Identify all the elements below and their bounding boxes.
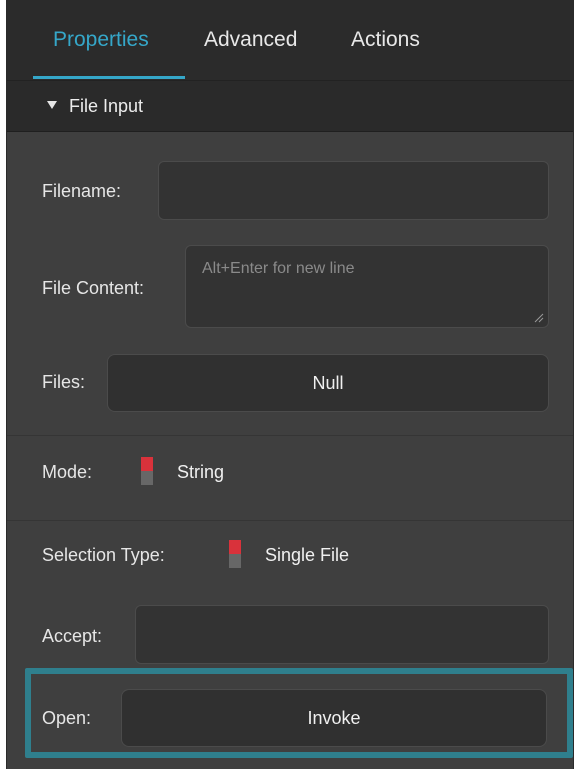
selection-type-toggle[interactable] [229,540,241,568]
selection-type-value: Single File [265,545,350,565]
row-divider [7,435,573,436]
toggle-on-segment [229,540,241,554]
invoke-button[interactable]: Invoke [121,689,547,747]
accept-input[interactable] [135,605,549,664]
file-content-placeholder: Alt+Enter for new line [202,260,355,277]
open-label: Open: [42,708,92,728]
files-button[interactable]: Null [107,354,549,412]
section-header-file-input[interactable]: File Input [7,81,573,132]
row-divider [7,520,573,521]
mode-label: Mode: [42,462,93,482]
mode-toggle[interactable] [141,457,153,485]
accept-label: Accept: [42,626,103,646]
active-tab-indicator [33,76,185,79]
file-content-label: File Content: [42,278,145,298]
files-label: Files: [42,372,86,392]
toggle-off-segment [229,554,241,568]
selection-type-label: Selection Type: [42,545,165,565]
filename-input[interactable] [158,161,549,220]
filename-label: Filename: [42,181,122,201]
file-content-textarea[interactable]: Alt+Enter for new line [185,245,549,328]
mode-value: String [177,462,225,482]
tab-bar: Properties Advanced Actions [7,0,573,81]
properties-panel: Properties Advanced Actions File Input F… [6,0,574,769]
tab-actions[interactable]: Actions [351,0,420,80]
tab-advanced[interactable]: Advanced [204,0,297,80]
toggle-on-segment [141,457,153,471]
section-title: File Input [69,96,144,116]
triangle-down-icon [47,101,57,109]
tab-properties[interactable]: Properties [53,0,149,80]
toggle-off-segment [141,471,153,485]
resize-grip-icon[interactable] [534,313,544,323]
screenshot-frame: Properties Advanced Actions File Input F… [0,0,582,769]
